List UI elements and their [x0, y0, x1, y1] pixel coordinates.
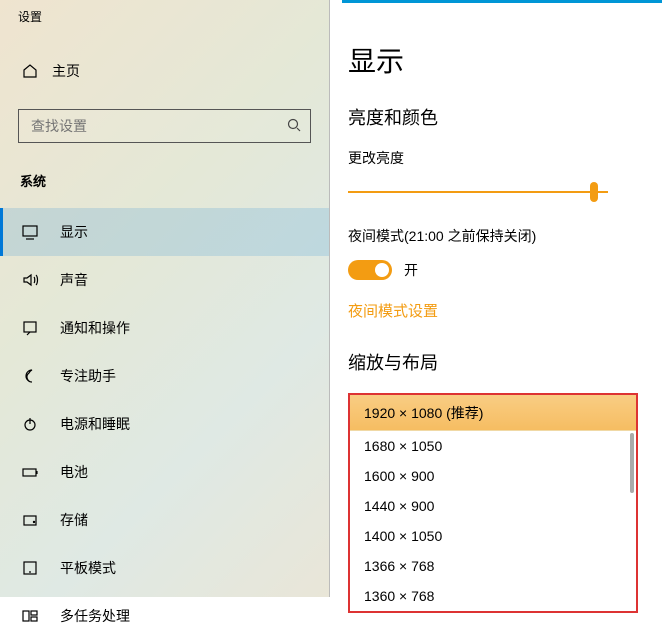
resolution-option[interactable]: 1366 × 768 [350, 551, 636, 581]
sidebar-item-label: 电源和睡眠 [60, 414, 130, 434]
search-input[interactable] [29, 117, 229, 135]
power-icon [22, 416, 40, 432]
app-title: 设置 [0, 0, 329, 25]
sidebar-item-label: 多任务处理 [60, 606, 130, 626]
sidebar-item-label: 存储 [60, 510, 88, 530]
notify-icon [22, 320, 40, 336]
sidebar-item-label: 专注助手 [60, 366, 116, 386]
brightness-slider[interactable] [348, 182, 608, 202]
slider-track [348, 191, 608, 193]
search-box[interactable] [18, 109, 311, 143]
sound-icon [22, 272, 40, 288]
sidebar-item-2[interactable]: 通知和操作 [0, 304, 329, 352]
resolution-option-list: 1680 × 10501600 × 9001440 × 9001400 × 10… [350, 431, 636, 611]
sidebar-item-label: 通知和操作 [60, 318, 130, 338]
sidebar-item-8[interactable]: 多任务处理 [0, 592, 329, 640]
brightness-label: 更改亮度 [348, 148, 662, 168]
resolution-option[interactable]: 1360 × 768 [350, 581, 636, 611]
battery-icon [22, 464, 40, 480]
storage-icon [22, 512, 40, 528]
brightness-section-title: 亮度和颜色 [348, 104, 662, 130]
sidebar-item-label: 显示 [60, 222, 88, 242]
slider-thumb[interactable] [590, 182, 598, 202]
sidebar-item-1[interactable]: 声音 [0, 256, 329, 304]
multi-icon [22, 608, 40, 624]
home-link[interactable]: 主页 [0, 53, 329, 89]
home-icon [22, 63, 38, 79]
sidebar-item-6[interactable]: 存储 [0, 496, 329, 544]
dropdown-scrollbar[interactable] [630, 433, 634, 493]
accent-band [342, 0, 662, 3]
sidebar-item-label: 声音 [60, 270, 88, 290]
sidebar-item-label: 平板模式 [60, 558, 116, 578]
sidebar-item-0[interactable]: 显示 [0, 208, 329, 256]
scale-section-title: 缩放与布局 [348, 349, 662, 375]
section-title: 系统 [0, 143, 329, 190]
resolution-selected[interactable]: 1920 × 1080 (推荐) [350, 395, 636, 431]
sidebar-nav: 显示声音通知和操作专注助手电源和睡眠电池存储平板模式多任务处理 [0, 208, 329, 640]
night-mode-settings-link[interactable]: 夜间模式设置 [348, 300, 662, 321]
sidebar-item-5[interactable]: 电池 [0, 448, 329, 496]
moon-icon [22, 368, 40, 384]
resolution-option[interactable]: 1440 × 900 [350, 491, 636, 521]
sidebar-item-label: 电池 [60, 462, 88, 482]
resolution-option[interactable]: 1680 × 1050 [350, 431, 636, 461]
page-title: 显示 [348, 40, 662, 80]
tablet-icon [22, 560, 40, 576]
main-panel: 显示 亮度和颜色 更改亮度 夜间模式(21:00 之前保持关闭) 开 夜间模式设… [330, 0, 662, 597]
toggle-state-label: 开 [404, 260, 418, 280]
home-label: 主页 [52, 61, 80, 81]
resolution-dropdown[interactable]: 1920 × 1080 (推荐) 1680 × 10501600 × 90014… [348, 393, 638, 613]
sidebar-item-4[interactable]: 电源和睡眠 [0, 400, 329, 448]
sidebar: 设置 主页 系统 显示声音通知和操作专注助手电源和睡眠电池存储平板模式多任务处理 [0, 0, 330, 597]
night-mode-label: 夜间模式(21:00 之前保持关闭) [348, 226, 662, 246]
toggle-knob [375, 263, 389, 277]
night-mode-toggle[interactable] [348, 260, 392, 280]
sidebar-item-3[interactable]: 专注助手 [0, 352, 329, 400]
resolution-option[interactable]: 1600 × 900 [350, 461, 636, 491]
search-icon [286, 117, 302, 136]
display-icon [22, 224, 40, 240]
resolution-option[interactable]: 1400 × 1050 [350, 521, 636, 551]
sidebar-item-7[interactable]: 平板模式 [0, 544, 329, 592]
